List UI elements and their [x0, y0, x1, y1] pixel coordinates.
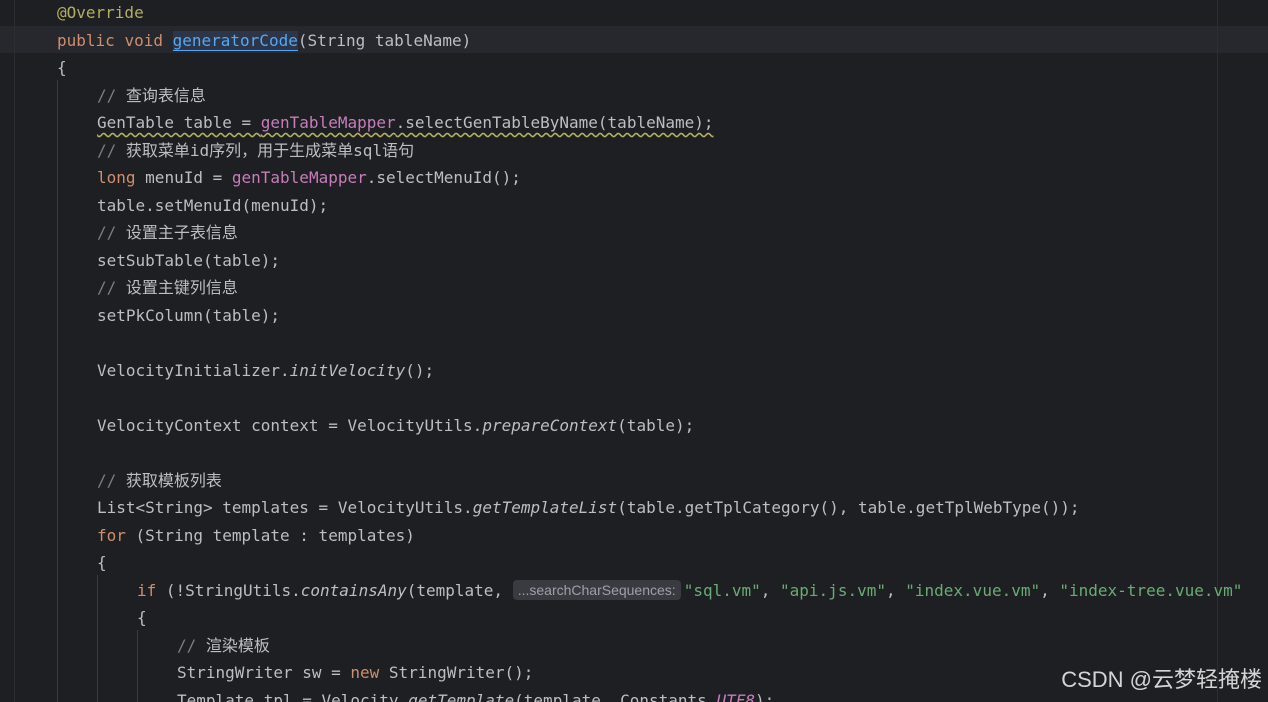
code-line[interactable]: public void generatorCode(String tableNa… [57, 27, 471, 54]
code-line[interactable]: VelocityContext context = VelocityUtils.… [97, 412, 694, 439]
code-token: { [97, 553, 107, 572]
code-token: (String tableName) [297, 30, 472, 50]
code-line[interactable]: if (!StringUtils.containsAny(template, .… [137, 577, 1242, 604]
code-token: .selectGenTableByName(tableName); [395, 113, 714, 132]
code-editor[interactable]: @Override public void generatorCode(Strin… [0, 0, 1268, 702]
code-line[interactable]: // 查询表信息 [97, 82, 206, 109]
code-token: getTemplate [408, 690, 515, 702]
code-token: , [1040, 580, 1060, 600]
code-token: , [885, 580, 906, 600]
code-token: (table.getTplCategory(), table.getTplWeb… [617, 498, 1080, 517]
code-token: 获取菜单id序列，用于生成菜单sql语句 [125, 140, 415, 160]
code-line[interactable]: // 设置主子表信息 [97, 219, 238, 246]
code-line[interactable]: @Override [57, 0, 144, 26]
code-token: if [137, 580, 166, 600]
code-token: void [124, 30, 173, 50]
code-token: // [97, 223, 126, 242]
code-token: .selectMenuId(); [366, 168, 521, 187]
code-token: UTF8 [716, 690, 755, 702]
code-token: // [97, 470, 126, 490]
code-token: 查询表信息 [125, 85, 206, 105]
code-line[interactable]: // 设置主键列信息 [97, 274, 238, 301]
code-token: containsAny [300, 580, 407, 600]
code-token: 设置主子表信息 [125, 223, 238, 242]
code-token: genTableMapper [231, 168, 367, 187]
code-line[interactable]: // 获取菜单id序列，用于生成菜单sql语句 [97, 137, 414, 164]
indent-guide [97, 575, 98, 702]
code-token: "api.js.vm" [780, 580, 886, 600]
code-line[interactable]: GenTable table = genTableMapper.selectGe… [97, 109, 714, 136]
code-token: VelocityInitializer. [97, 360, 290, 380]
code-token: , [760, 580, 781, 600]
code-line[interactable]: List<String> templates = VelocityUtils.g… [97, 494, 1080, 521]
code-token: "sql.vm" [683, 580, 761, 600]
code-token: (template, Constants. [514, 690, 717, 702]
code-line[interactable]: { [57, 54, 67, 81]
code-line[interactable]: setPkColumn(table); [97, 302, 280, 329]
code-token: "index-tree.vue.vm" [1059, 580, 1243, 600]
code-line[interactable]: { [137, 604, 147, 631]
code-line[interactable]: VelocityInitializer.initVelocity(); [97, 357, 434, 384]
gutter-divider [14, 0, 15, 702]
indent-guide [137, 630, 138, 702]
code-token: menuId = [145, 168, 232, 187]
code-token: (); [405, 360, 435, 380]
code-token: table.setMenuId(menuId); [97, 195, 329, 215]
code-line[interactable]: Template tpl = Velocity.getTemplate(temp… [177, 687, 774, 702]
code-token: GenTable table = [97, 113, 261, 132]
code-line[interactable]: // 获取模板列表 [97, 467, 222, 494]
code-token: { [137, 608, 147, 627]
code-line[interactable]: setSubTable(table); [97, 247, 280, 274]
code-token: @Override [57, 3, 144, 22]
code-token: 获取模板列表 [125, 470, 222, 490]
code-token: ); [754, 690, 775, 702]
code-token: initVelocity [289, 360, 406, 380]
code-token: long [97, 168, 146, 187]
code-token: "index.vue.vm" [905, 580, 1041, 600]
csdn-watermark: CSDN @云梦轻掩楼 [1061, 667, 1262, 692]
code-token: VelocityContext context = VelocityUtils. [97, 415, 483, 435]
code-line[interactable]: { [97, 549, 107, 576]
code-token: (!StringUtils. [165, 580, 301, 600]
code-token: (template, [406, 580, 513, 600]
code-token: 设置主键列信息 [125, 278, 238, 297]
code-line[interactable]: for (String template : templates) [97, 522, 415, 549]
code-token: (String template : templates) [135, 525, 415, 545]
code-token: StringWriter sw = [177, 663, 351, 682]
code-line[interactable]: StringWriter sw = new StringWriter(); [177, 659, 533, 686]
code-token: // [97, 85, 126, 105]
code-line[interactable]: table.setMenuId(menuId); [97, 192, 328, 219]
code-token: 渲染模板 [205, 635, 270, 655]
code-line[interactable]: // 渲染模板 [177, 632, 270, 659]
code-token: setSubTable(table); [97, 250, 281, 270]
code-token: genTableMapper [260, 113, 396, 132]
code-token: prepareContext [482, 415, 618, 435]
code-token: (table); [617, 415, 695, 435]
code-token: Template tpl = Velocity. [177, 690, 409, 702]
parameter-name-hint: ...searchCharSequences: [512, 579, 681, 600]
indent-guide [57, 80, 58, 702]
code-token: { [57, 58, 67, 77]
code-token: public [57, 30, 125, 50]
code-token: new [350, 663, 389, 682]
code-token: List<String> templates = VelocityUtils. [97, 498, 473, 517]
code-token: // [97, 140, 126, 160]
code-token: getTemplateList [472, 498, 618, 517]
code-token: for [97, 525, 136, 545]
code-line[interactable]: long menuId = genTableMapper.selectMenuI… [97, 164, 521, 191]
code-token: // [177, 635, 206, 655]
code-token: // [97, 278, 126, 297]
code-token: StringWriter(); [388, 663, 534, 682]
code-token: setPkColumn(table); [97, 305, 281, 325]
code-token: generatorCode [172, 30, 298, 51]
